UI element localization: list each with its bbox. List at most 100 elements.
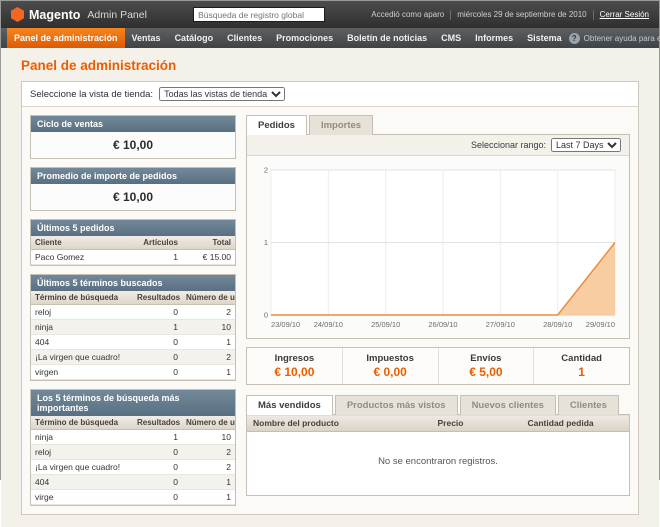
dashboard-container: Seleccione la vista de tienda: Todas las… <box>21 81 639 515</box>
nav-item-boletin[interactable]: Boletín de noticias <box>340 28 434 48</box>
help-link[interactable]: ? Obtener ayuda para esta página <box>569 28 660 48</box>
svg-text:0: 0 <box>264 311 268 320</box>
nav-item-ventas[interactable]: Ventas <box>125 28 168 48</box>
column-header: Cantidad pedida <box>522 415 630 432</box>
top-search-terms-table: Término de búsquedaResultadosNúmero de u… <box>31 416 235 505</box>
table-cell: 0 <box>133 445 182 460</box>
table-row[interactable]: virgen01 <box>31 365 235 380</box>
tab-customers[interactable]: Clientes <box>558 395 619 415</box>
store-switcher: Seleccione la vista de tienda: Todas las… <box>22 82 638 107</box>
svg-text:25/09/10: 25/09/10 <box>371 320 400 329</box>
svg-text:23/09/10: 23/09/10 <box>271 320 300 329</box>
average-orders-box: Promedio de importe de pedidos € 10,00 <box>30 167 236 211</box>
column-header: Precio <box>432 415 522 432</box>
box-title: Ciclo de ventas <box>31 116 235 132</box>
column-header: Artículos <box>133 236 182 250</box>
table-row[interactable]: 40401 <box>31 475 235 490</box>
table-cell: 1 <box>133 250 182 265</box>
table-row[interactable]: Paco Gomez1€ 15.00 <box>31 250 235 265</box>
logout-link[interactable]: Cerrar Sesión <box>600 10 649 19</box>
global-search <box>193 7 325 22</box>
box-title: Promedio de importe de pedidos <box>31 168 235 184</box>
box-title: Últimos 5 pedidos <box>31 220 235 236</box>
table-cell: 0 <box>133 490 182 505</box>
magento-logo[interactable]: Magento Admin Panel <box>11 7 147 22</box>
svg-text:2: 2 <box>264 166 268 175</box>
table-cell: 0 <box>133 475 182 490</box>
table-cell: 2 <box>182 445 235 460</box>
nav-item-sistema[interactable]: Sistema <box>520 28 569 48</box>
logged-in-as: Accedió como aparo <box>371 10 444 19</box>
table-row[interactable]: ¡La virgen que cuadro!02 <box>31 460 235 475</box>
table-cell: 1 <box>133 320 182 335</box>
column-header: Número de usos <box>182 416 235 430</box>
column-header: Término de búsqueda <box>31 416 133 430</box>
svg-text:27/09/10: 27/09/10 <box>486 320 515 329</box>
dashboard-main: Pedidos Importes Seleccionar rango: Last… <box>246 115 630 506</box>
table-cell: ¡La virgen que cuadro! <box>31 460 133 475</box>
tab-most-viewed[interactable]: Productos más vistos <box>335 395 458 415</box>
global-search-input[interactable] <box>193 7 325 22</box>
table-cell: 1 <box>182 475 235 490</box>
table-cell: 0 <box>133 305 182 320</box>
total-label: Ingresos <box>249 353 340 364</box>
total-label: Cantidad <box>536 353 627 364</box>
svg-text:1: 1 <box>264 238 268 247</box>
tab-importes[interactable]: Importes <box>309 115 373 135</box>
total-label: Envíos <box>441 353 532 364</box>
column-header: Cliente <box>31 236 133 250</box>
total-shipping: Envíos € 5,00 <box>438 348 534 384</box>
table-cell: 1 <box>133 430 182 445</box>
table-cell: ninja <box>31 320 133 335</box>
total-value: € 0,00 <box>345 365 436 379</box>
table-cell: 10 <box>182 430 235 445</box>
tab-new-customers[interactable]: Nuevos clientes <box>460 395 556 415</box>
table-cell: ¡La virgen que cuadro! <box>31 350 133 365</box>
table-cell: 10 <box>182 320 235 335</box>
total-value: € 10,00 <box>249 365 340 379</box>
table-row[interactable]: ninja110 <box>31 320 235 335</box>
empty-row: No se encontraron registros. <box>247 432 630 496</box>
table-cell: 0 <box>133 365 182 380</box>
table-cell: 0 <box>133 335 182 350</box>
table-cell: virgen <box>31 365 133 380</box>
total-quantity: Cantidad 1 <box>533 348 629 384</box>
nav-item-dashboard[interactable]: Panel de administración <box>7 28 125 48</box>
tab-pedidos[interactable]: Pedidos <box>246 115 307 135</box>
table-row[interactable]: reloj02 <box>31 445 235 460</box>
last-orders-box: Últimos 5 pedidos ClienteArtículosTotal … <box>30 219 236 266</box>
table-row[interactable]: ¡La virgen que cuadro!02 <box>31 350 235 365</box>
nav-item-promociones[interactable]: Promociones <box>269 28 340 48</box>
content-area: Panel de administración Seleccione la vi… <box>1 48 659 527</box>
table-cell: 404 <box>31 335 133 350</box>
table-cell: 2 <box>182 305 235 320</box>
last-search-terms-table: Término de búsquedaResultadosNúmero de u… <box>31 291 235 380</box>
range-select[interactable]: Last 7 Days <box>551 138 621 152</box>
nav-item-catalogo[interactable]: Catálogo <box>168 28 221 48</box>
totals-bar: Ingresos € 10,00 Impuestos € 0,00 Envíos… <box>246 347 630 385</box>
total-revenue: Ingresos € 10,00 <box>247 348 342 384</box>
table-row[interactable]: virge01 <box>31 490 235 505</box>
current-date: miércoles 29 de septiembre de 2010 <box>457 10 586 19</box>
table-row[interactable]: 40401 <box>31 335 235 350</box>
table-cell: Paco Gomez <box>31 250 133 265</box>
main-navigation: Panel de administración Ventas Catálogo … <box>1 28 659 48</box>
column-header: Nombre del producto <box>247 415 432 432</box>
chart-area: 23/09/1024/09/1025/09/1026/09/1027/09/10… <box>247 156 629 338</box>
divider <box>450 10 451 20</box>
table-row[interactable]: reloj02 <box>31 305 235 320</box>
table-cell: ninja <box>31 430 133 445</box>
nav-item-clientes[interactable]: Clientes <box>220 28 269 48</box>
table-cell: reloj <box>31 305 133 320</box>
nav-item-cms[interactable]: CMS <box>434 28 468 48</box>
last-search-terms-box: Últimos 5 términos buscados Término de b… <box>30 274 236 381</box>
tab-bestsellers[interactable]: Más vendidos <box>246 395 333 415</box>
store-view-select[interactable]: Todas las vistas de tienda <box>159 87 285 101</box>
table-cell: 2 <box>182 460 235 475</box>
total-tax: Impuestos € 0,00 <box>342 348 438 384</box>
page-title: Panel de administración <box>21 58 639 73</box>
nav-item-informes[interactable]: Informes <box>468 28 520 48</box>
table-row[interactable]: ninja110 <box>31 430 235 445</box>
table-cell: 0 <box>133 460 182 475</box>
average-orders-value: € 10,00 <box>31 184 235 210</box>
